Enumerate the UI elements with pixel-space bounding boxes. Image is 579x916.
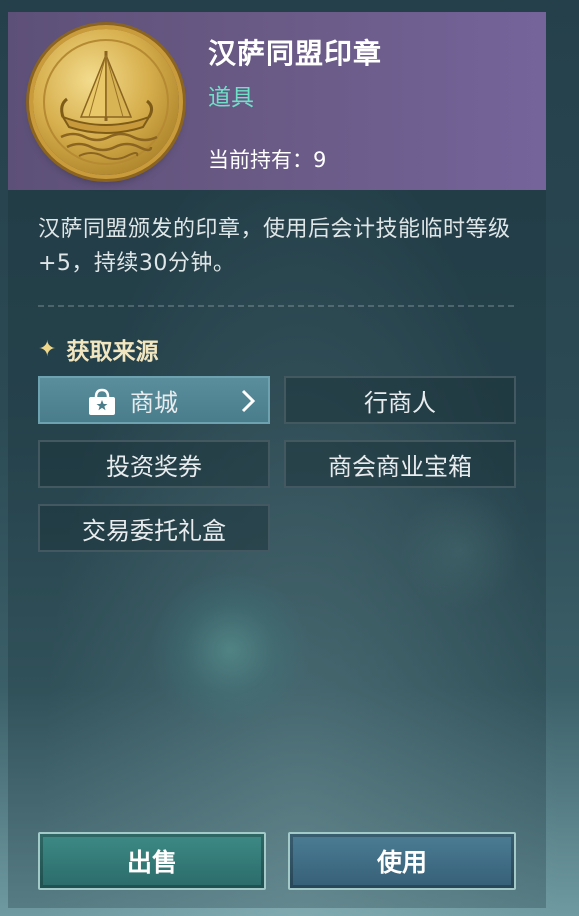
source-label: 商会商业宝箱 (328, 452, 472, 481)
source-investment-voucher-button[interactable]: 投资奖券 (38, 440, 270, 488)
source-trade-gift-box-button[interactable]: 交易委托礼盒 (38, 504, 270, 552)
sources-title: 获取来源 (66, 339, 159, 365)
source-label: 交易委托礼盒 (82, 516, 226, 545)
item-type: 道具 (208, 85, 254, 111)
viking-ship-coin-icon (33, 29, 179, 175)
owned-value: 9 (313, 148, 327, 172)
owned-count: 当前持有：9 (208, 144, 326, 174)
divider (38, 305, 514, 307)
source-label: 投资奖券 (106, 452, 202, 481)
owned-label: 当前持有： (208, 148, 313, 172)
sell-button[interactable]: 出售 (38, 832, 266, 890)
use-button[interactable]: 使用 (288, 832, 516, 890)
sparkle-icon: ✦ (38, 336, 57, 362)
source-shop-button[interactable]: 商城 (38, 376, 270, 424)
source-label: 行商人 (364, 388, 436, 417)
item-description: 汉萨同盟颁发的印章，使用后会计技能临时等级+5，持续30分钟。 (38, 217, 511, 276)
source-label: 商城 (130, 388, 178, 417)
shop-bag-icon (89, 388, 115, 415)
source-merchant-button[interactable]: 行商人 (284, 376, 516, 424)
sources-heading: ✦ 获取来源 (38, 332, 158, 366)
item-name: 汉萨同盟印章 (208, 37, 383, 70)
chevron-right-icon (241, 389, 256, 413)
source-guild-chest-button[interactable]: 商会商业宝箱 (284, 440, 516, 488)
